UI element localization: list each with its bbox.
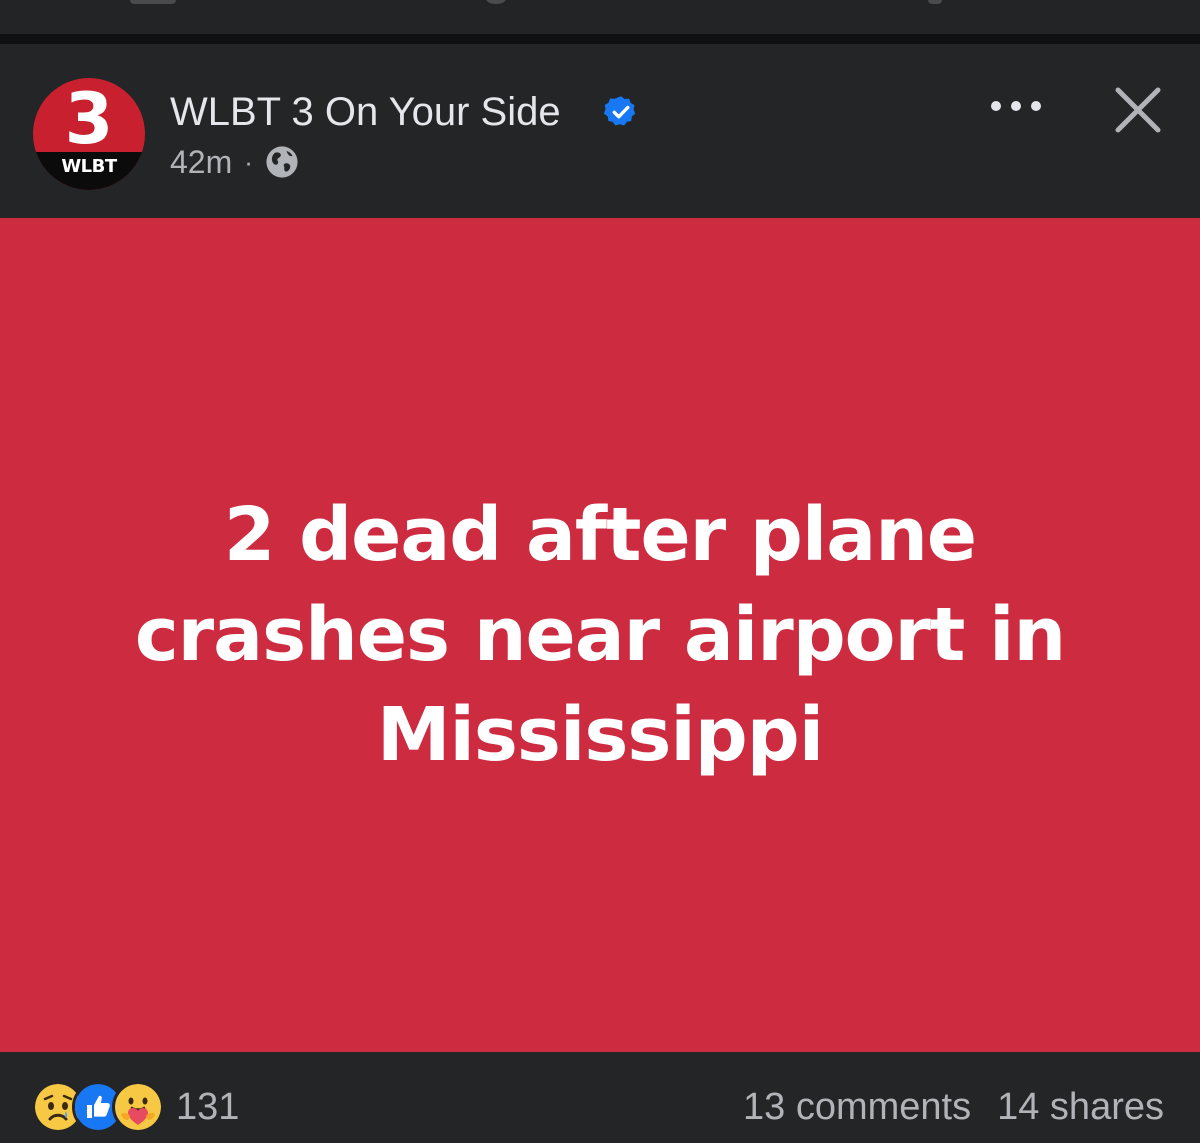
more-options-icon[interactable]	[988, 92, 1044, 120]
page-name-link[interactable]: WLBT 3 On Your Side	[170, 88, 561, 136]
post-header: 3 WLBT WLBT 3 On Your Side 42m ·	[0, 44, 1200, 218]
post-footer: 131 13 comments 14 shares	[0, 1052, 1200, 1143]
comments-count-link[interactable]: 13 comments	[743, 1086, 971, 1129]
page-avatar[interactable]: 3 WLBT	[33, 78, 145, 190]
previous-content-strip	[0, 0, 1200, 34]
engagement-stats: 13 comments 14 shares	[743, 1082, 1164, 1132]
avatar-logo-text: WLBT	[61, 156, 117, 177]
care-reaction-icon	[112, 1081, 164, 1133]
meta-separator: ·	[244, 146, 253, 177]
cropped-icon	[486, 0, 506, 4]
close-icon[interactable]	[1112, 84, 1164, 136]
cropped-icon	[928, 0, 942, 4]
text-post-card[interactable]: 2 dead after plane crashes near airport …	[0, 218, 1200, 1052]
avatar-logo-band: WLBT	[33, 152, 145, 190]
shares-count-link[interactable]: 14 shares	[997, 1086, 1164, 1129]
section-divider	[0, 34, 1200, 44]
globe-icon	[266, 146, 298, 178]
avatar-logo-digit: 3	[64, 78, 114, 160]
verified-badge-icon	[603, 96, 636, 126]
post-headline: 2 dead after plane crashes near airport …	[134, 492, 1066, 778]
reaction-count: 131	[176, 1086, 240, 1128]
cropped-icon	[130, 0, 176, 4]
reactions-summary[interactable]: 131	[32, 1081, 240, 1133]
facebook-post-screen: 3 WLBT WLBT 3 On Your Side 42m · 2 dead …	[0, 0, 1200, 1143]
post-meta: 42m ·	[170, 142, 299, 182]
post-timestamp[interactable]: 42m	[170, 144, 232, 181]
